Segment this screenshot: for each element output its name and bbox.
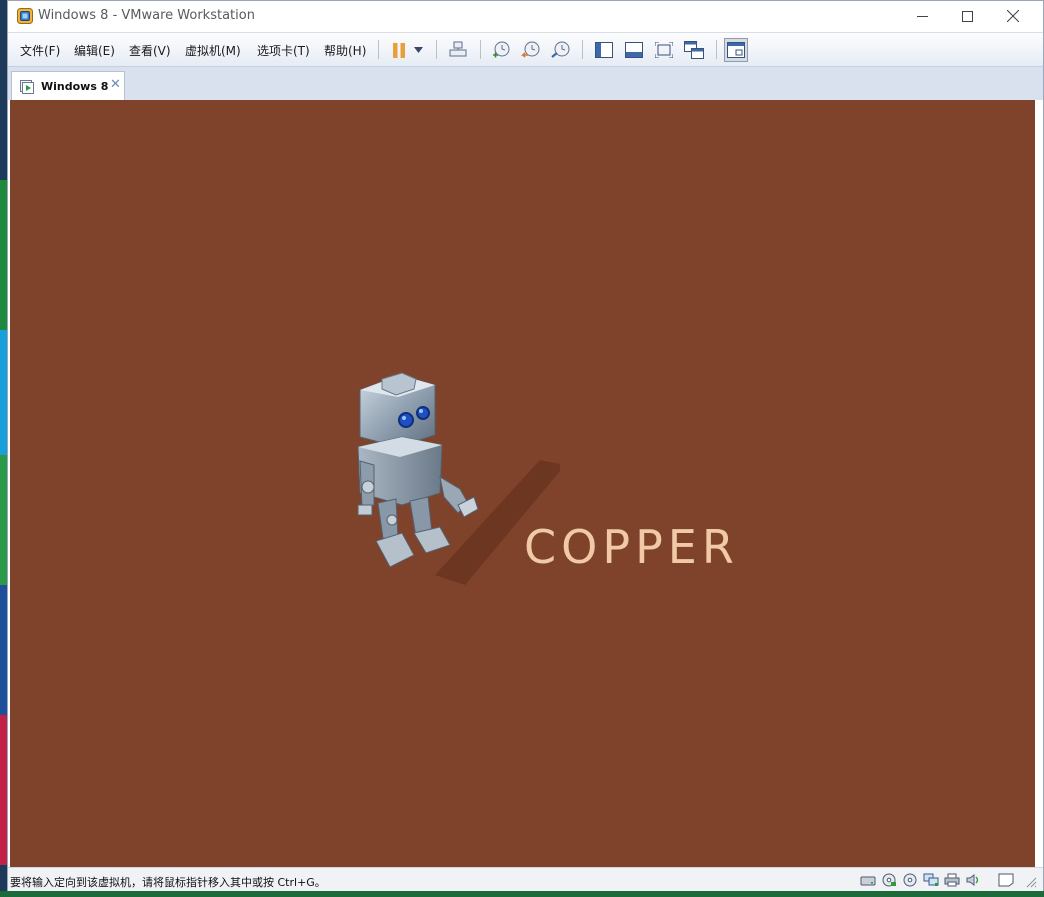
unity-icon [684, 41, 704, 59]
minimize-icon [917, 15, 928, 17]
fullscreen-icon [655, 42, 673, 58]
power-dropdown-button[interactable] [410, 38, 426, 62]
snapshot-take-icon [493, 41, 510, 58]
toolbar-separator [716, 40, 717, 59]
network-adapter-icon[interactable] [923, 873, 939, 887]
toolbar-separator [378, 40, 379, 59]
menu-tabs[interactable]: 选项卡(T) [257, 42, 310, 59]
sound-card-icon[interactable] [965, 873, 981, 887]
thumbnail-bar-icon [625, 42, 643, 58]
pause-icon [393, 42, 405, 58]
send-ctrl-alt-del-icon [449, 41, 467, 57]
revert-snapshot-button[interactable] [519, 38, 543, 62]
message-log-icon[interactable] [998, 873, 1014, 887]
snapshot-manager-button[interactable] [549, 38, 573, 62]
pause-button[interactable] [387, 38, 411, 62]
close-icon [1006, 10, 1019, 22]
toolbar-separator [582, 40, 583, 59]
cd-dvd-icon[interactable] [881, 873, 897, 887]
console-view-button[interactable] [724, 38, 748, 62]
cd-dvd-2-icon[interactable] [902, 873, 918, 887]
menu-file[interactable]: 文件(F) [20, 42, 60, 59]
send-ctrl-alt-del-button[interactable] [446, 38, 470, 62]
vm-running-icon [20, 80, 34, 94]
hard-disk-icon[interactable] [860, 873, 876, 887]
fullscreen-button[interactable] [652, 38, 676, 62]
menu-vm[interactable]: 虚拟机(M) [185, 42, 241, 59]
thumbnail-bar-button[interactable] [622, 38, 646, 62]
menu-view[interactable]: 查看(V) [129, 42, 171, 59]
status-bar: 要将输入定向到该虚拟机，请将鼠标指针移入其中或按 Ctrl+G。 [8, 867, 1043, 891]
dropdown-arrow-icon [413, 47, 423, 53]
tab-label: Windows 8 [41, 80, 109, 93]
menu-toolbar-bar: 文件(F) 编辑(E) 查看(V) 虚拟机(M) 选项卡(T) 帮助(H) [8, 32, 1043, 67]
tab-close-icon[interactable]: ✕ [110, 77, 121, 92]
desktop-taskbar-edge [0, 891, 1044, 897]
show-library-icon [595, 42, 613, 58]
vmware-app-icon [17, 8, 33, 24]
title-bar: Windows 8 - VMware Workstation [8, 1, 1043, 32]
toolbar-separator [436, 40, 437, 59]
vm-tab-strip: Windows 8 ✕ [8, 67, 1043, 100]
maximize-icon [962, 10, 973, 22]
theme-brand-text: COPPER [524, 520, 739, 574]
close-button[interactable] [990, 1, 1035, 31]
menu-edit[interactable]: 编辑(E) [74, 42, 115, 59]
snapshot-manager-icon [551, 41, 570, 58]
window-title: Windows 8 - VMware Workstation [38, 8, 255, 23]
printer-icon[interactable] [944, 873, 960, 887]
menu-help[interactable]: 帮助(H) [324, 42, 366, 59]
snapshot-revert-icon [521, 41, 540, 58]
maximize-button[interactable] [945, 1, 990, 31]
show-library-button[interactable] [592, 38, 616, 62]
status-message: 要将输入定向到该虚拟机，请将鼠标指针移入其中或按 Ctrl+G。 [10, 876, 326, 889]
toolbar-separator [480, 40, 481, 59]
tab-windows-8[interactable]: Windows 8 ✕ [11, 71, 125, 100]
right-gutter [1035, 100, 1043, 867]
unity-button[interactable] [682, 38, 706, 62]
take-snapshot-button[interactable] [489, 38, 513, 62]
minimize-button[interactable] [900, 1, 945, 31]
resize-grip-icon[interactable] [1025, 876, 1037, 888]
vm-display[interactable]: COPPER [10, 100, 1035, 867]
vmware-window: Windows 8 - VMware Workstation 文件(F) 编辑(… [7, 0, 1044, 891]
console-view-icon [727, 42, 745, 58]
